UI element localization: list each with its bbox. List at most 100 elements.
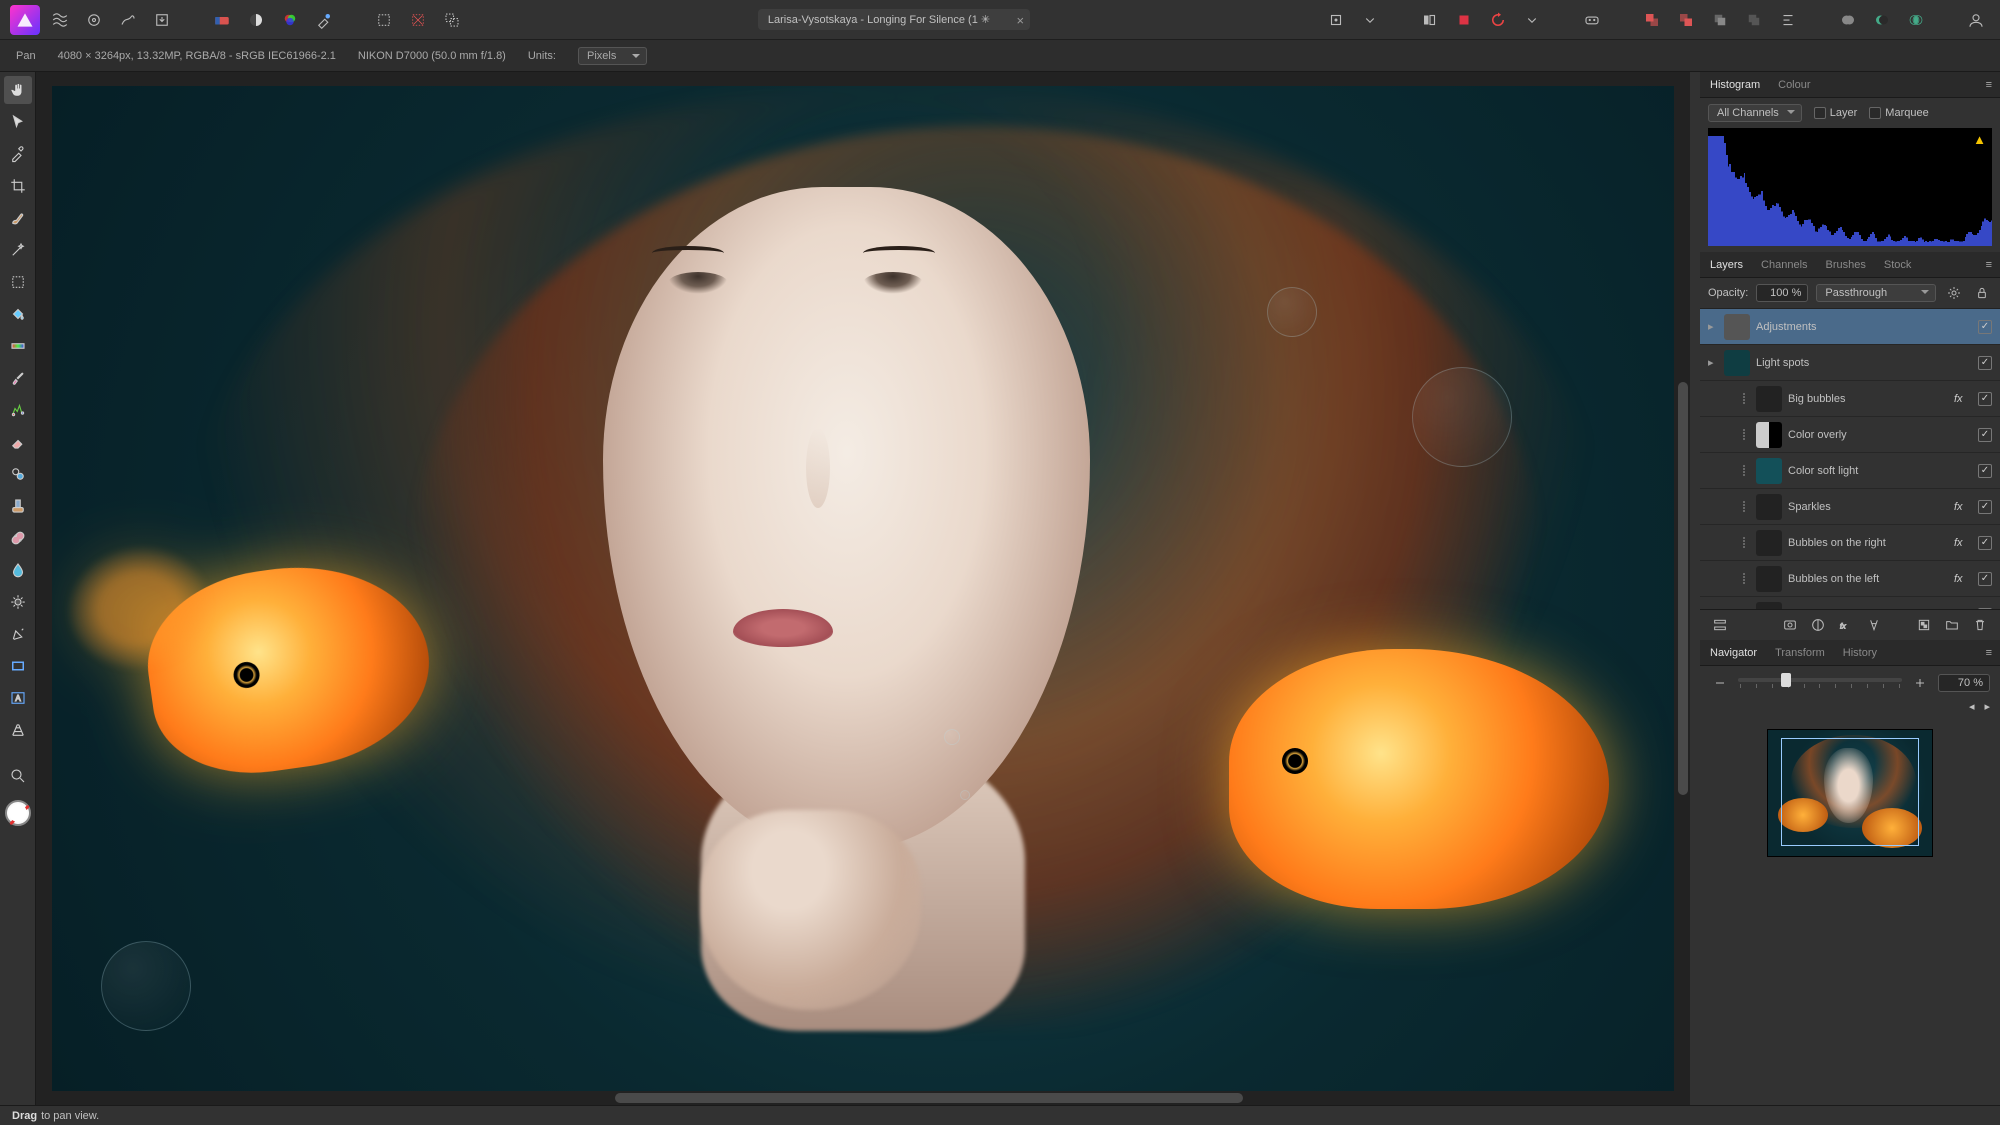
text-tool-icon[interactable]: A [4,684,32,712]
layer-fx-badge[interactable]: fx [1954,537,1972,549]
layer-group1-icon[interactable] [1706,6,1734,34]
inpaint-tool-icon[interactable] [4,492,32,520]
group-add-icon[interactable] [1942,616,1962,634]
fx-add-icon[interactable]: fx [1836,616,1856,634]
chevron-down-icon[interactable] [1518,6,1546,34]
tab-transform[interactable]: Transform [1773,643,1827,663]
layer-row[interactable]: Bubbles on the rightfx [1700,525,2000,561]
layer-row[interactable]: Bubbles on the leftfx [1700,561,2000,597]
chevron-down-icon[interactable] [1356,6,1384,34]
arrange-left-icon[interactable] [1416,6,1444,34]
layer-visibility-checkbox[interactable] [1978,392,1992,406]
lock-icon[interactable] [1972,284,1992,302]
layer-row[interactable]: Color soft light [1700,453,2000,489]
tab-histogram[interactable]: Histogram [1708,75,1762,95]
gear-icon[interactable] [1944,284,1964,302]
vr-icon[interactable] [1578,6,1606,34]
foreground-color-well[interactable] [5,800,31,826]
tab-layers[interactable]: Layers [1708,255,1745,275]
navigator-preview[interactable] [1700,715,2000,1105]
tab-channels[interactable]: Channels [1759,255,1809,275]
layer-row[interactable]: Big bubblesfx [1700,381,2000,417]
persona-export-icon[interactable] [148,6,176,34]
canvas-image[interactable] [52,86,1674,1091]
adjustment-add-icon[interactable] [1808,616,1828,634]
layer-back-icon[interactable] [1638,6,1666,34]
canvas-viewport[interactable] [36,72,1690,1105]
persona-liquefy-icon[interactable] [114,6,142,34]
edit-layers-icon[interactable] [1710,616,1730,634]
eraser-tool-icon[interactable] [4,428,32,456]
gradient-tool-icon[interactable] [4,332,32,360]
marquee-tool-icon[interactable] [4,268,32,296]
panel-menu-icon[interactable]: ≡ [1978,259,2000,271]
channel-select[interactable]: All Channels [1708,104,1802,122]
units-select[interactable]: Pixels [578,47,647,65]
mask-add-icon[interactable] [1780,616,1800,634]
layer-checkbox[interactable]: Layer [1814,107,1858,119]
selection-subtract-icon[interactable] [404,6,432,34]
layer-row[interactable]: ▸Adjustments [1700,309,2000,345]
layer-row[interactable]: ▸Light spots [1700,345,2000,381]
bool-add-icon[interactable] [1834,6,1862,34]
horizontal-scrollbar[interactable] [615,1093,1244,1103]
clone-tool-icon[interactable] [4,460,32,488]
layer-row[interactable]: Small bubbles [1700,597,2000,609]
selection-intersect-icon[interactable] [438,6,466,34]
layer-fx-badge[interactable]: fx [1954,573,1972,585]
arrange-center-icon[interactable] [1450,6,1478,34]
blur-tool-icon[interactable] [4,556,32,584]
zoom-out-button[interactable] [1710,674,1730,692]
pen-tool-icon[interactable] [4,620,32,648]
selection-brush-icon[interactable] [4,204,32,232]
account-icon[interactable] [1962,6,1990,34]
zoom-slider[interactable] [1738,678,1902,682]
pixel-layer-add-icon[interactable] [1914,616,1934,634]
bool-sub-icon[interactable] [1868,6,1896,34]
flood-fill-icon[interactable] [4,300,32,328]
vertical-scrollbar[interactable] [1678,382,1688,795]
rectangle-tool-icon[interactable] [4,652,32,680]
move-tool-icon[interactable] [4,108,32,136]
dodge-tool-icon[interactable] [4,588,32,616]
perspective-tool-icon[interactable] [4,716,32,744]
opacity-input[interactable]: 100 % [1756,284,1808,302]
swatch-icon[interactable] [208,6,236,34]
align-icon[interactable] [1774,6,1802,34]
crop-tool-icon[interactable] [4,172,32,200]
persona-photo-icon[interactable] [46,6,74,34]
nav-expand-left-icon[interactable]: ◂ [1969,700,1975,713]
zoom-tool-icon[interactable] [4,762,32,790]
layer-expand-arrow[interactable]: ▸ [1708,356,1718,369]
layer-visibility-checkbox[interactable] [1978,320,1992,334]
paintbrush-tool-icon[interactable] [4,364,32,392]
rgb-wheel-icon[interactable] [276,6,304,34]
bool-int-icon[interactable] [1902,6,1930,34]
layer-visibility-checkbox[interactable] [1978,356,1992,370]
mixer-brush-icon[interactable] [4,396,32,424]
tab-navigator[interactable]: Navigator [1708,643,1759,663]
layer-fx-badge[interactable]: fx [1954,501,1972,513]
layer-visibility-checkbox[interactable] [1978,536,1992,550]
marquee-checkbox[interactable]: Marquee [1869,107,1928,119]
trash-icon[interactable] [1970,616,1990,634]
eyedropper-tool-icon[interactable] [4,140,32,168]
layer-visibility-checkbox[interactable] [1978,464,1992,478]
magic-wand-icon[interactable] [4,236,32,264]
layer-expand-arrow[interactable]: ▸ [1708,320,1718,333]
document-title-tab[interactable]: Larisa-Vysotskaya - Longing For Silence … [758,9,1030,30]
panel-menu-icon[interactable]: ≡ [1978,79,2000,91]
nav-expand-right-icon[interactable]: ▸ [1984,700,1990,713]
close-document-icon[interactable]: × [1017,13,1025,28]
persona-develop-icon[interactable] [80,6,108,34]
pan-tool-icon[interactable] [4,76,32,104]
layer-front-icon[interactable] [1672,6,1700,34]
healing-tool-icon[interactable] [4,524,32,552]
blendmode-select[interactable]: Passthrough [1816,284,1936,302]
color-picker-tool-icon[interactable] [310,6,338,34]
selection-new-icon[interactable] [370,6,398,34]
layer-visibility-checkbox[interactable] [1978,572,1992,586]
tab-colour[interactable]: Colour [1776,75,1812,95]
navigator-view-rect[interactable] [1781,738,1919,846]
zoom-in-button[interactable] [1910,674,1930,692]
